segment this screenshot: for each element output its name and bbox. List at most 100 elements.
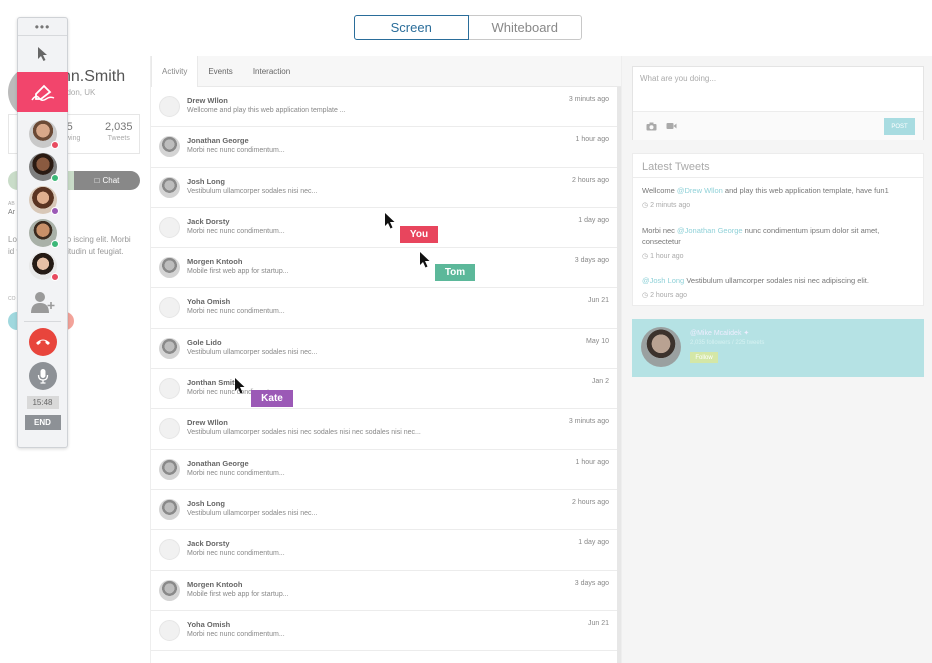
feed-list: Drew Wllon Wellcome and play this web app… [151,87,617,652]
feed-row[interactable]: Drew Wllon Vestibulum ullamcorper sodales… [151,409,617,450]
tweet-item: @Josh Long Vestibulum ullamcorper sodale… [642,275,918,301]
feed-row[interactable]: Yoha Omish Morbi nec nunc condimentum... J… [151,611,617,652]
profile-card: @Mike Mcalidek ✦ 2,035 followers / 225 t… [632,319,924,377]
feed-text: Morbi nec nunc condimentum... [187,147,285,155]
tab-activity[interactable]: Activity [151,56,199,87]
feed-row[interactable]: Jonathan George Morbi nec nunc condimentu… [151,127,617,168]
feed-author[interactable]: Morgen Kntooh [187,580,242,589]
tweet-text-pre: Wellcome [642,186,677,195]
feed-author[interactable]: Jack Dorsty [187,217,230,226]
feed-author[interactable]: Jonthan Smith [187,378,239,387]
toolbar-menu-icon[interactable]: ••• [18,18,67,36]
feed-author[interactable]: Morgen Kntooh [187,257,242,266]
feed-author[interactable]: Drew Wllon [187,418,228,427]
profile-card-stats: 2,035 followers / 225 tweets [690,340,765,346]
whiteboard-tab[interactable]: Whiteboard [468,15,582,40]
feed-author[interactable]: Yoha Omish [187,620,230,629]
pen-tool[interactable] [17,72,68,112]
feed-text: Morbi nec nunc condimentum... [187,227,285,235]
post-button[interactable]: POST [884,118,915,135]
feed-text: Morbi nec nunc condimentum... [187,550,285,558]
call-toolbar: ••• 15:48 END [17,17,68,448]
tab-interaction[interactable]: Interaction [243,56,300,87]
pointer-icon [37,47,47,61]
screen-tab[interactable]: Screen [354,15,469,40]
feed-time: May 10 [586,337,609,345]
participant-avatar[interactable] [28,153,59,182]
feed-author[interactable]: Josh Long [187,177,225,186]
clock-icon: ◷ [642,292,651,299]
end-call-button[interactable]: END [24,415,61,430]
profile-card-follow-button[interactable]: Follow [690,352,718,363]
tweet-text-post: and play this web application template, … [722,186,889,195]
latest-tweets-title: Latest Tweets [633,154,923,178]
feed-row[interactable]: Morgen Kntooh Mobile first web app for st… [151,248,617,289]
feed-scrollbar[interactable] [617,87,621,663]
microphone-icon [37,369,48,384]
participant-avatar[interactable] [28,186,59,215]
clock-icon: ◷ [642,253,651,260]
about-heading: AB [8,201,15,207]
feed-row[interactable]: Josh Long Vestibulum ullamcorper sodales … [151,168,617,208]
feed-author[interactable]: Jonathan George [187,136,249,145]
video-icon[interactable] [666,122,677,130]
feed-avatar [159,539,180,561]
participant-avatar[interactable] [28,120,59,149]
add-participant-button[interactable] [18,285,67,319]
feed-row[interactable]: Jack Dorsty Morbi nec nunc condimentum...… [151,530,617,571]
participant-avatar[interactable] [28,252,59,281]
status-dot [50,240,59,248]
feed-author[interactable]: Jack Dorsty [187,539,230,548]
profile-card-handle-text[interactable]: @Mike Mcalidek [690,330,741,337]
status-dot [50,273,59,281]
tweet-mention[interactable]: @Jonathan George [677,226,743,235]
twitter-icon: ✦ [743,330,750,337]
feed-text: Vestibulum ullamcorper sodales nisi nec … [187,429,421,437]
tweet-mention[interactable]: @Josh Long [642,276,684,285]
cursor-label-you: You [400,226,438,243]
right-column: What are you doing... POST Latest Tweets… [622,56,932,663]
feed-time: Jan 2 [591,378,609,386]
feed-time: Jun 21 [587,619,609,627]
chat-button[interactable]: □ Chat [74,171,140,190]
stat-tweets-label: Tweets [107,135,130,142]
feed-row[interactable]: Jonthan Smith Morbi nec nunc condimentum.… [151,369,617,410]
tweet-time-text: 1 hour ago [650,253,684,260]
feed-text: Vestibulum ullamcorper sodales nisi nec.… [187,348,318,356]
tweet-time: ◷ 2 hours ago [642,290,918,301]
cursor-label-kate: Kate [251,390,293,407]
compose-box: What are you doing... POST [632,66,924,140]
participant-avatar[interactable] [28,219,59,248]
tweet-text-post: Vestibulum ullamcorper sodales nisi nec … [684,276,869,285]
feed-author[interactable]: Jonathan George [187,459,249,468]
clock-icon: ◷ [642,202,651,209]
phone-hangup-icon [35,339,50,345]
camera-icon[interactable] [646,122,657,131]
feed-time: 2 hours ago [572,498,609,506]
feed-row[interactable]: Drew Wllon Wellcome and play this web app… [151,87,617,128]
feed-time: 1 day ago [578,539,609,547]
feed-author[interactable]: Gole Lido [187,338,222,347]
hangup-button[interactable] [28,328,57,356]
cursor-kate [234,377,246,400]
feed-text: Morbi nec nunc condimentum... [187,630,285,638]
feed-row[interactable]: Gole Lido Vestibulum ullamcorper sodales … [151,329,617,370]
pointer-tool[interactable] [18,36,67,72]
compose-input[interactable]: What are you doing... [640,74,716,83]
view-toggle: Screen Whiteboard [354,15,582,40]
tab-events[interactable]: Events [198,56,242,87]
feed-row[interactable]: Josh Long Vestibulum ullamcorper sodales … [151,490,617,531]
feed-avatar [159,418,180,440]
feed-time: Jun 21 [587,297,609,305]
feed-row[interactable]: Jonathan George Morbi nec nunc condimentu… [151,450,617,490]
feed-avatar [159,378,180,400]
feed-author[interactable]: Drew Wllon [187,96,228,105]
feed-author[interactable]: Yoha Omish [187,297,230,306]
tweet-mention[interactable]: @Drew Wllon [677,186,723,195]
feed-row[interactable]: Morgen Kntooh Mobile first web app for st… [151,571,617,611]
activity-feed: Activity Events Interaction Drew Wllon We… [150,56,622,663]
feed-row[interactable]: Yoha Omish Morbi nec nunc condimentum... J… [151,288,617,329]
mute-button[interactable] [28,362,57,390]
feed-text: Vestibulum ullamcorper sodales nisi nec.… [187,509,318,517]
feed-author[interactable]: Josh Long [187,499,225,508]
